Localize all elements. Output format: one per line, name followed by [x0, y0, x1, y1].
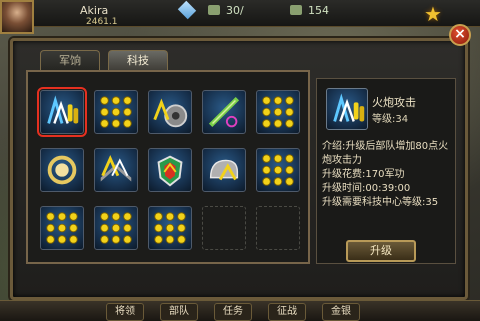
- menu-item-quests[interactable]: 任务: [214, 303, 252, 321]
- tech-slot[interactable]: [202, 148, 246, 192]
- rifle-bullet-icon: [208, 96, 240, 128]
- empty-tech-slot: [256, 206, 300, 250]
- tech-slot[interactable]: [40, 206, 84, 250]
- desc-line-2: 炮攻击力: [322, 155, 362, 166]
- dot-formation-icon: [154, 212, 186, 244]
- dot-formation-icon: [100, 212, 132, 244]
- upgrade-time: 升级时间:00:39:00: [322, 183, 411, 194]
- top-status-bar: Akira 2461.1 30/ 154 ★: [0, 0, 480, 34]
- tech-slot[interactable]: [202, 90, 246, 134]
- upgrade-button[interactable]: 升级: [346, 240, 416, 262]
- tech-name: 火炮攻击: [372, 96, 416, 109]
- upgrade-requirement: 升级需要科技中心等级:35: [322, 197, 439, 208]
- menu-item-battle[interactable]: 征战: [268, 303, 306, 321]
- menu-item-gold[interactable]: 金银: [322, 303, 360, 321]
- target-scope-icon: [47, 155, 77, 185]
- dot-formation-icon: [46, 212, 78, 244]
- gem-icon: [177, 0, 197, 20]
- tech-slot[interactable]: [148, 206, 192, 250]
- tech-slot[interactable]: [256, 148, 300, 192]
- tech-slot[interactable]: [94, 90, 138, 134]
- rank-chevron-icon: [100, 155, 132, 182]
- upgrade-cost: 升级花费:170军功: [322, 169, 405, 180]
- tech-slot[interactable]: [37, 87, 87, 137]
- tab-tech[interactable]: 科技: [108, 50, 168, 70]
- tech-slot[interactable]: [148, 90, 192, 134]
- desc-line-1: 介绍:升级后部队增加80点火: [322, 141, 449, 152]
- menu-item-generals[interactable]: 将领: [106, 303, 144, 321]
- artillery-shells-icon: [326, 88, 368, 130]
- tech-description: 介绍:升级后部队增加80点火 炮攻击力 升级花费:170军功 升级时间:00:3…: [322, 140, 452, 210]
- tech-slot[interactable]: [94, 148, 138, 192]
- tab-salary[interactable]: 军饷: [40, 50, 100, 70]
- tech-slot[interactable]: [40, 148, 84, 192]
- star-icon[interactable]: ★: [424, 4, 448, 24]
- helmet-rank-icon: [209, 159, 239, 181]
- dot-formation-icon: [262, 96, 294, 128]
- shield-emblem-icon: [157, 155, 183, 187]
- empty-tech-slot: [202, 206, 246, 250]
- close-button[interactable]: ×: [449, 24, 471, 46]
- resource-a: 30/: [208, 4, 244, 17]
- tech-level: 等级:34: [372, 114, 409, 125]
- player-sub-value: 2461.1: [86, 17, 118, 27]
- tech-slot[interactable]: [94, 206, 138, 250]
- gear-rank-icon: [153, 98, 188, 128]
- bottom-menu-bar: 将领 部队 任务 征战 金银: [0, 300, 480, 321]
- player-avatar[interactable]: [0, 0, 34, 34]
- dot-formation-icon: [262, 154, 294, 186]
- dot-formation-icon: [100, 96, 132, 128]
- resource-b: 154: [290, 4, 329, 17]
- player-name: Akira: [80, 4, 109, 17]
- tech-slot[interactable]: [256, 90, 300, 134]
- menu-item-troops[interactable]: 部队: [160, 303, 198, 321]
- tech-slot[interactable]: [148, 148, 192, 192]
- artillery-shells-icon: [47, 95, 79, 124]
